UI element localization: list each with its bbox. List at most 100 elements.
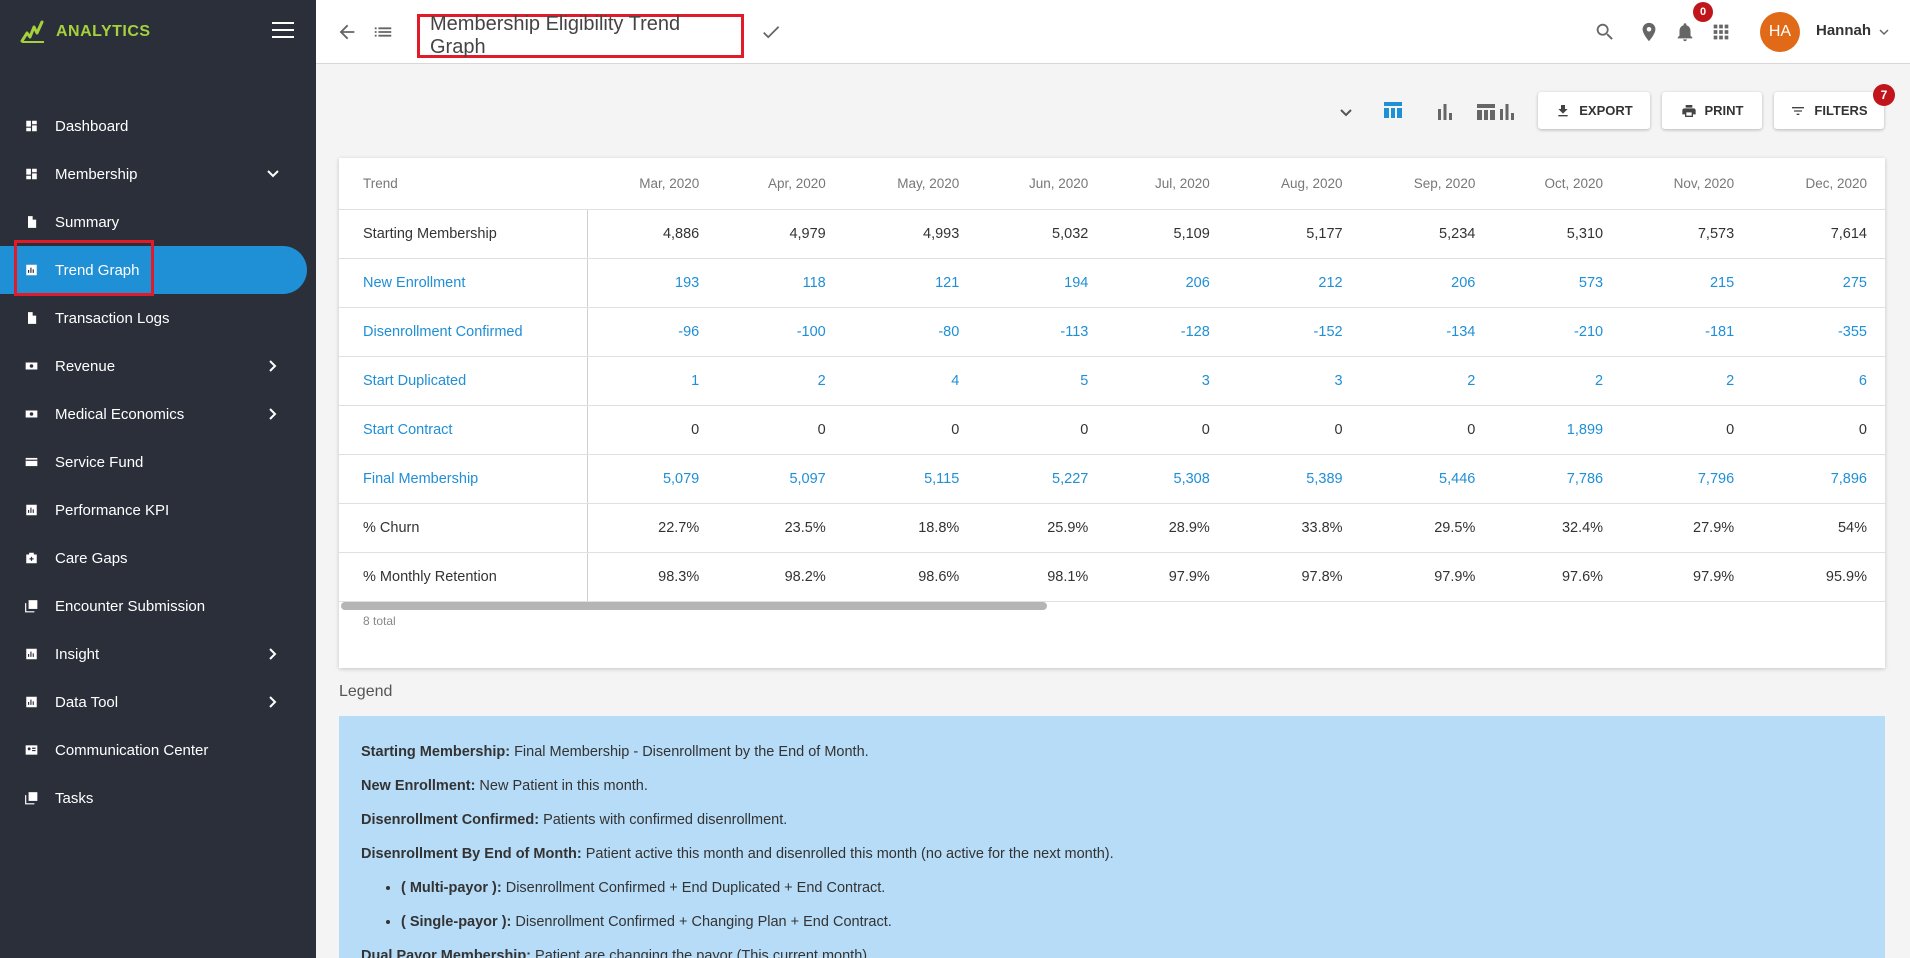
table-cell[interactable]: 118 (717, 258, 844, 308)
table-cell[interactable]: 212 (1227, 258, 1361, 308)
check-icon[interactable] (760, 21, 782, 43)
column-header[interactable]: Aug, 2020 (1227, 158, 1361, 210)
table-cell[interactable]: 2 (1360, 356, 1494, 406)
table-cell[interactable]: 7,786 (1493, 454, 1622, 504)
sidebar-item-medical-economics[interactable]: Medical Economics (0, 390, 316, 438)
horizontal-scrollbar[interactable] (341, 602, 1047, 610)
table-cell[interactable]: 5,446 (1360, 454, 1494, 504)
sidebar-item-transaction-logs[interactable]: Transaction Logs (0, 294, 316, 342)
row-label[interactable]: Disenrollment Confirmed (339, 307, 588, 357)
sidebar-item-revenue[interactable]: Revenue (0, 342, 316, 390)
chevron-down-icon[interactable] (266, 167, 280, 181)
column-header[interactable]: Dec, 2020 (1752, 158, 1885, 210)
table-cell[interactable]: 1,899 (1493, 405, 1622, 455)
table-cell[interactable]: -96 (587, 307, 718, 357)
sidebar-item-communication-center[interactable]: Communication Center (0, 726, 316, 774)
table-view-icon[interactable] (1381, 98, 1405, 122)
table-cell: 7,614 (1752, 209, 1885, 259)
sidebar-item-service-fund[interactable]: Service Fund (0, 438, 316, 486)
table-cell[interactable]: 193 (587, 258, 718, 308)
table-cell[interactable]: 1 (587, 356, 718, 406)
avatar[interactable]: HA (1760, 12, 1800, 52)
sidebar-item-performance-kpi[interactable]: Performance KPI (0, 486, 316, 534)
notification-bell-icon[interactable] (1674, 21, 1696, 43)
column-header[interactable]: Apr, 2020 (717, 158, 844, 210)
apps-grid-icon[interactable] (1710, 21, 1732, 43)
column-header-trend[interactable]: Trend (339, 158, 587, 210)
chevron-right-icon[interactable] (266, 407, 280, 421)
table-cell[interactable]: 194 (977, 258, 1107, 308)
table-cell[interactable]: 3 (1106, 356, 1228, 406)
table-cell[interactable]: 5,097 (717, 454, 844, 504)
column-header[interactable]: Oct, 2020 (1493, 158, 1622, 210)
sidebar-item-data-tool[interactable]: Data Tool (0, 678, 316, 726)
page-title[interactable]: Membership Eligibility Trend Graph (417, 13, 744, 58)
table-cell[interactable]: 5,079 (587, 454, 718, 504)
sidebar-item-trend-graph[interactable]: Trend Graph (0, 246, 307, 294)
row-label[interactable]: New Enrollment (339, 258, 588, 308)
table-cell[interactable]: 5,389 (1227, 454, 1361, 504)
list-icon[interactable] (372, 21, 394, 43)
menu-toggle-icon[interactable] (272, 22, 294, 40)
chevron-right-icon[interactable] (266, 647, 280, 661)
table-cell[interactable]: 2 (717, 356, 844, 406)
table-cell[interactable]: 6 (1752, 356, 1885, 406)
table-cell[interactable]: 5,227 (977, 454, 1107, 504)
column-header[interactable]: May, 2020 (843, 158, 978, 210)
sidebar-item-insight[interactable]: Insight (0, 630, 316, 678)
export-button[interactable]: EXPORT (1538, 92, 1650, 129)
document-icon (24, 311, 39, 325)
table-cell[interactable]: 206 (1360, 258, 1494, 308)
table-cell[interactable]: 5 (977, 356, 1107, 406)
chevron-right-icon[interactable] (266, 695, 280, 709)
table-cell[interactable]: -134 (1360, 307, 1494, 357)
column-header[interactable]: Sep, 2020 (1360, 158, 1494, 210)
table-cell[interactable]: 2 (1621, 356, 1753, 406)
table-cell[interactable]: -80 (843, 307, 978, 357)
column-header[interactable]: Mar, 2020 (587, 158, 718, 210)
table-cell[interactable]: -152 (1227, 307, 1361, 357)
table-cell[interactable]: 3 (1227, 356, 1361, 406)
table-cell[interactable]: 4 (843, 356, 978, 406)
table-cell[interactable]: 7,896 (1752, 454, 1885, 504)
brand[interactable]: ANALYTICS (0, 0, 316, 64)
table-cell[interactable]: 121 (843, 258, 978, 308)
table-cell[interactable]: -113 (977, 307, 1107, 357)
table-cell[interactable]: 5,115 (843, 454, 978, 504)
table-cell[interactable]: 7,796 (1621, 454, 1753, 504)
filters-button[interactable]: FILTERS (1774, 92, 1884, 129)
row-label[interactable]: Final Membership (339, 454, 588, 504)
table-cell[interactable]: -355 (1752, 307, 1885, 357)
row-label[interactable]: Start Contract (339, 405, 588, 455)
table-cell[interactable]: -210 (1493, 307, 1622, 357)
user-name[interactable]: Hannah (1816, 22, 1871, 39)
table-chart-icon[interactable] (1475, 100, 1517, 124)
table-cell[interactable]: 573 (1493, 258, 1622, 308)
sidebar-item-tasks[interactable]: Tasks (0, 774, 316, 822)
table-cell[interactable]: 206 (1106, 258, 1228, 308)
back-arrow-icon[interactable] (336, 21, 358, 43)
column-header[interactable]: Nov, 2020 (1621, 158, 1753, 210)
table-cell[interactable]: 2 (1493, 356, 1622, 406)
chevron-down-icon[interactable] (1878, 26, 1890, 38)
table-cell[interactable]: 5,308 (1106, 454, 1228, 504)
sidebar-item-care-gaps[interactable]: Care Gaps (0, 534, 316, 582)
table-cell[interactable]: -128 (1106, 307, 1228, 357)
column-header[interactable]: Jul, 2020 (1106, 158, 1228, 210)
table-cell[interactable]: -181 (1621, 307, 1753, 357)
table-cell[interactable]: -100 (717, 307, 844, 357)
sidebar-item-membership[interactable]: Membership (0, 150, 316, 198)
sidebar-item-encounter-submission[interactable]: Encounter Submission (0, 582, 316, 630)
row-label[interactable]: Start Duplicated (339, 356, 588, 406)
chevron-right-icon[interactable] (266, 359, 280, 373)
table-cell[interactable]: 215 (1621, 258, 1753, 308)
column-header[interactable]: Jun, 2020 (977, 158, 1107, 210)
sidebar-item-summary[interactable]: Summary (0, 198, 316, 246)
location-pin-icon[interactable] (1638, 21, 1660, 43)
search-icon[interactable] (1594, 21, 1616, 43)
sidebar-item-dashboard[interactable]: Dashboard (0, 102, 316, 150)
print-button[interactable]: PRINT (1662, 92, 1762, 129)
table-cell[interactable]: 275 (1752, 258, 1885, 308)
bar-chart-icon[interactable] (1433, 100, 1457, 124)
chevron-down-icon[interactable] (1334, 100, 1358, 124)
